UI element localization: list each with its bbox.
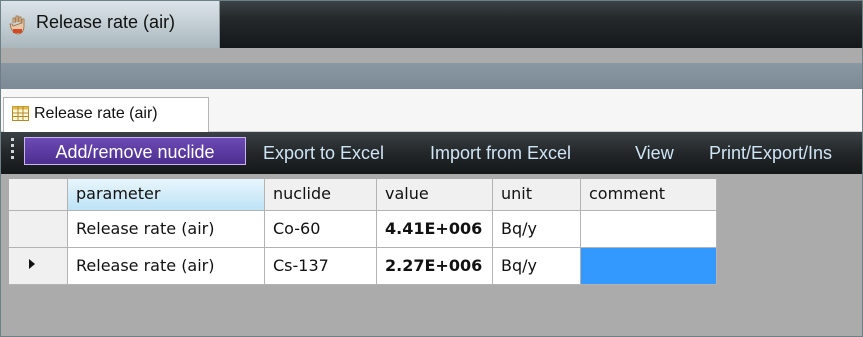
- value-cell[interactable]: 4.41E+006: [377, 211, 493, 248]
- column-header-value[interactable]: value: [377, 179, 493, 211]
- column-header-parameter[interactable]: parameter: [68, 179, 265, 211]
- import-from-excel-menu[interactable]: Import from Excel: [430, 143, 571, 164]
- window-title: Release rate (air): [36, 12, 176, 32]
- app-hand-icon: [9, 15, 25, 35]
- mdi-band: [1, 63, 862, 89]
- application-window: Release rate (air) Release rate (air) Ad…: [0, 0, 863, 337]
- title-bar: Release rate (air): [1, 1, 862, 48]
- add-remove-nuclide-button[interactable]: Add/remove nuclide: [24, 137, 246, 165]
- view-menu[interactable]: View: [635, 143, 674, 164]
- parameter-cell[interactable]: Release rate (air): [68, 248, 265, 285]
- row-pointer-icon: [29, 259, 35, 269]
- grid-corner: [9, 179, 68, 211]
- tab-label: Release rate (air): [34, 105, 158, 122]
- comment-cell-selected[interactable]: [581, 248, 717, 285]
- unit-cell[interactable]: Bq/y: [493, 248, 581, 285]
- column-header-unit[interactable]: unit: [493, 179, 581, 211]
- value-cell[interactable]: 2.27E+006: [377, 248, 493, 285]
- print-export-menu[interactable]: Print/Export/Ins: [709, 143, 832, 164]
- parameter-cell[interactable]: Release rate (air): [68, 211, 265, 248]
- column-header-nuclide[interactable]: nuclide: [265, 179, 377, 211]
- unit-cell[interactable]: Bq/y: [493, 211, 581, 248]
- nuclide-cell[interactable]: Co-60: [265, 211, 377, 248]
- nuclide-cell[interactable]: Cs-137: [265, 248, 377, 285]
- export-to-excel-menu[interactable]: Export to Excel: [263, 143, 384, 164]
- tab-release-rate-air[interactable]: Release rate (air): [3, 97, 209, 132]
- toolbar-grip-icon[interactable]: [11, 138, 15, 168]
- title-panel: Release rate (air): [1, 1, 220, 48]
- comment-cell[interactable]: [581, 211, 717, 248]
- table-icon: [12, 106, 29, 121]
- column-header-comment[interactable]: comment: [581, 179, 717, 211]
- row-header[interactable]: [9, 211, 68, 248]
- row-header-current[interactable]: [9, 248, 68, 285]
